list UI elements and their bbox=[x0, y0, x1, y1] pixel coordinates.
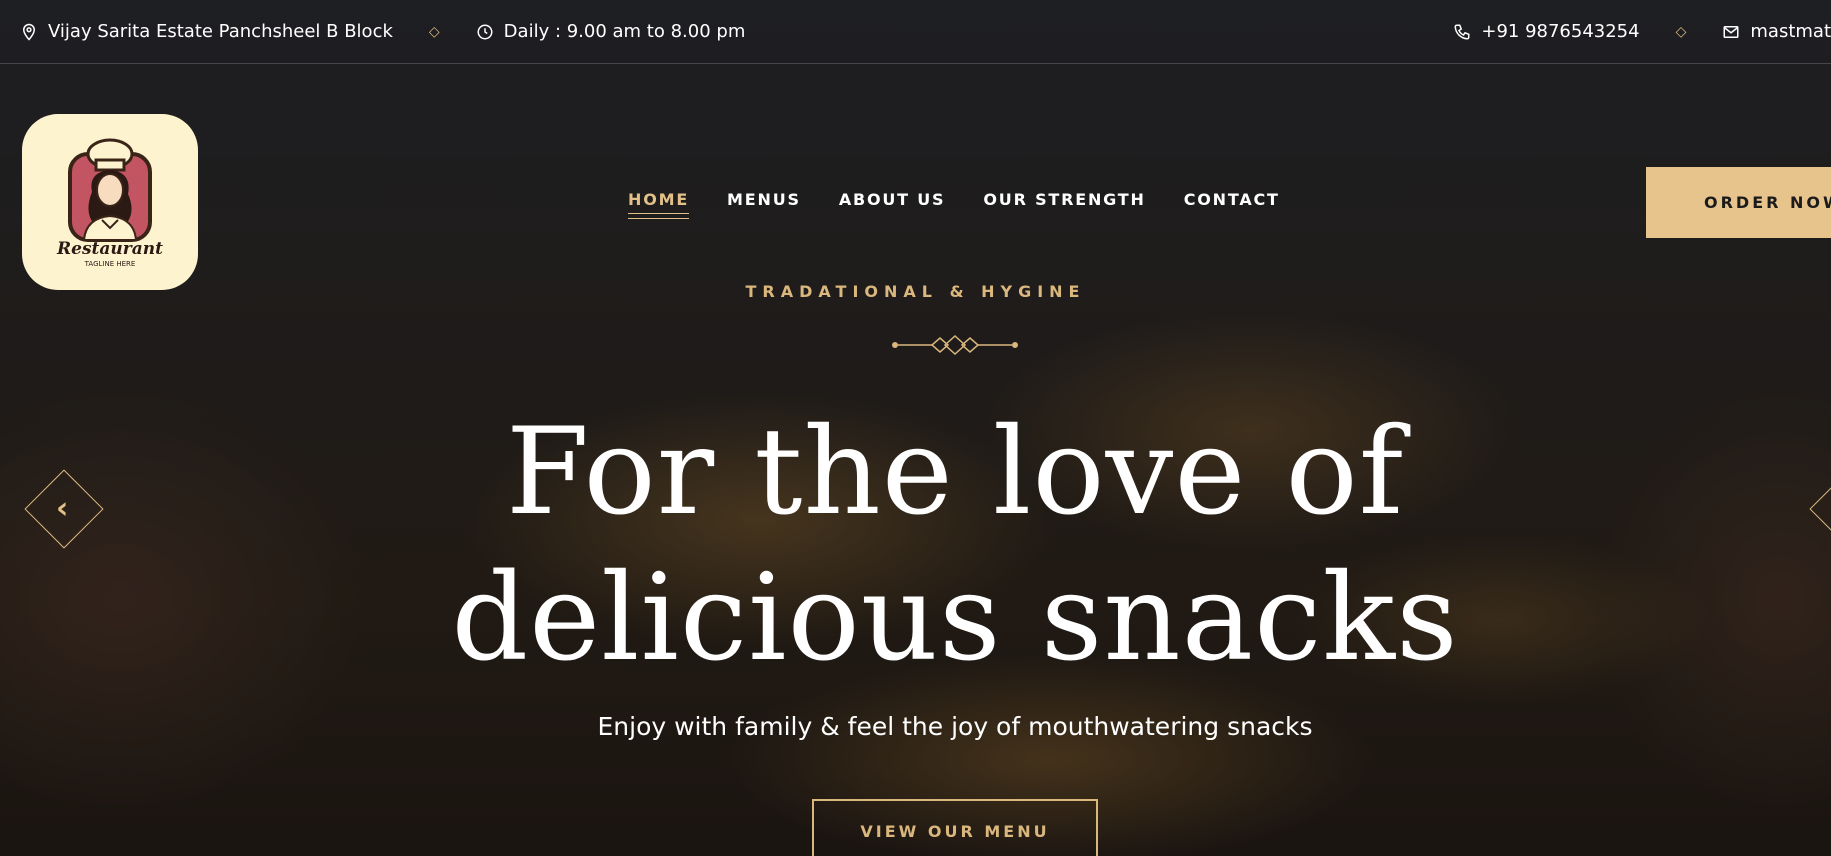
chef-logo-icon: Restaurant TAGLINE HERE bbox=[56, 138, 163, 268]
email-text: mastmat bbox=[1750, 21, 1831, 42]
phone-text: +91 9876543254 bbox=[1481, 21, 1640, 42]
clock-icon bbox=[477, 24, 493, 39]
nav-item-our-strength[interactable]: OUR STRENGTH bbox=[983, 190, 1145, 209]
hero-subline: Enjoy with family & feel the joy of mout… bbox=[597, 712, 1313, 741]
address-text: Vijay Sarita Estate Panchsheel B Block bbox=[48, 21, 393, 42]
mail-icon bbox=[1723, 25, 1739, 38]
phone-link[interactable]: +91 9876543254 bbox=[1453, 21, 1640, 42]
main-nav: HOME MENUS ABOUT US OUR STRENGTH CONTACT bbox=[628, 190, 1280, 219]
ornament-divider-icon bbox=[892, 334, 1018, 356]
topbar-right: +91 9876543254 ◇ mastmat bbox=[1453, 0, 1831, 63]
headline-line-1: For the love of bbox=[505, 403, 1405, 542]
phone-icon bbox=[1454, 24, 1470, 40]
hours-text: Daily : 9.00 am to 8.00 pm bbox=[503, 21, 746, 42]
chevron-left-icon: ‹ bbox=[56, 491, 69, 526]
nav-item-home[interactable]: HOME bbox=[628, 190, 690, 219]
nav-item-contact[interactable]: CONTACT bbox=[1184, 190, 1280, 209]
top-info-bar: Vijay Sarita Estate Panchsheel B Block ◇… bbox=[0, 0, 1831, 64]
topbar-left: Vijay Sarita Estate Panchsheel B Block ◇… bbox=[20, 0, 745, 63]
hours-info: Daily : 9.00 am to 8.00 pm bbox=[476, 21, 746, 42]
address-info: Vijay Sarita Estate Panchsheel B Block bbox=[20, 21, 393, 42]
email-link[interactable]: mastmat bbox=[1722, 21, 1831, 42]
hero-headline: For the love of delicious snacks bbox=[0, 400, 1831, 692]
view-menu-button[interactable]: VIEW OUR MENU bbox=[812, 799, 1098, 856]
hero-kicker: TRADATIONAL & HYGINE bbox=[745, 282, 1086, 301]
diamond-separator-icon: ◇ bbox=[428, 23, 440, 40]
restaurant-logo[interactable]: Restaurant TAGLINE HERE bbox=[22, 114, 198, 290]
logo-tagline: TAGLINE HERE bbox=[84, 260, 136, 268]
headline-line-2: delicious snacks bbox=[451, 549, 1459, 688]
nav-item-about-us[interactable]: ABOUT US bbox=[839, 190, 946, 209]
logo-name: Restaurant bbox=[56, 239, 163, 259]
nav-item-menus[interactable]: MENUS bbox=[727, 190, 801, 209]
diamond-separator-icon: ◇ bbox=[1675, 23, 1687, 40]
order-now-button[interactable]: ORDER NOW bbox=[1646, 167, 1831, 238]
location-pin-icon bbox=[22, 23, 36, 41]
